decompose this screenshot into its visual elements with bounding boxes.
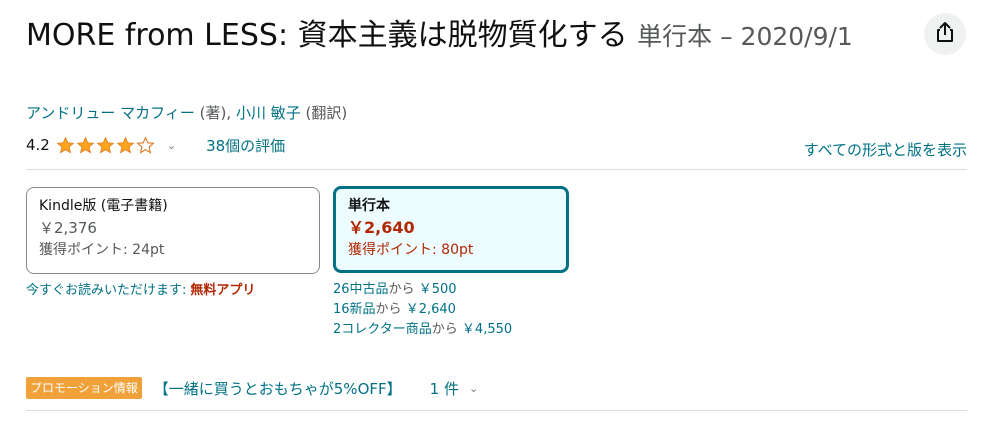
star-full-icon	[116, 136, 135, 153]
offer-label: 26中古品	[333, 282, 389, 297]
translator-link[interactable]: 小川 敏子	[236, 104, 301, 122]
all-formats-link[interactable]: すべての形式と版を表示	[804, 139, 967, 160]
divider	[26, 169, 967, 170]
format-card-tankobon[interactable]: 単行本 ￥2,640 獲得ポイント: 80pt	[333, 186, 569, 273]
free-app-link[interactable]: 無料アプリ	[190, 283, 255, 298]
share-icon	[935, 21, 955, 47]
divider	[26, 410, 967, 411]
format-card-kindle[interactable]: Kindle版 (電子書籍) ￥2,376 獲得ポイント: 24pt	[26, 187, 320, 274]
byline: アンドリュー マカフィー (著), 小川 敏子 (翻訳)	[26, 103, 347, 123]
product-title-main: MORE from LESS: 資本主義は脱物質化する	[26, 18, 628, 53]
rating-row: 4.2 ⌄ 38個の評価	[26, 133, 285, 157]
read-now-note: 今すぐお読みいただけます: 無料アプリ	[26, 279, 255, 298]
offer-used[interactable]: 26中古品から ￥500	[333, 280, 512, 300]
offer-label: 16新品	[333, 302, 376, 317]
translator-role: (翻訳)	[305, 104, 348, 122]
format-points: 獲得ポイント: 80pt	[348, 242, 474, 258]
offer-price: ￥4,550	[461, 322, 513, 337]
promotion-count[interactable]: 1 件	[430, 378, 459, 399]
format-points: 獲得ポイント: 24pt	[39, 242, 165, 258]
chevron-down-icon[interactable]: ⌄	[167, 139, 176, 152]
offer-label: 2コレクター商品	[333, 322, 432, 337]
promotion-badge: プロモーション情報	[26, 377, 142, 399]
chevron-down-icon[interactable]: ⌄	[469, 382, 478, 395]
star-empty-icon	[136, 135, 155, 154]
star-full-icon	[56, 136, 75, 153]
review-count-link[interactable]: 38個の評価	[206, 135, 285, 156]
byline-separator: ,	[226, 104, 232, 122]
read-now-text: 今すぐお読みいただけます:	[26, 283, 187, 298]
offer-from: から	[388, 282, 415, 297]
promotion-row: プロモーション情報 【一緒に買うとおもちゃが5%OFF】 1 件 ⌄	[26, 376, 478, 400]
offer-from: から	[375, 302, 402, 317]
product-title-format: 単行本 – 2020/9/1	[637, 22, 853, 51]
product-title: MORE from LESS: 資本主義は脱物質化する 単行本 – 2020/9…	[26, 14, 906, 59]
promotion-link[interactable]: 【一緒に買うとおもちゃが5%OFF】	[154, 378, 402, 399]
format-name: Kindle版 (電子書籍)	[39, 198, 168, 214]
author-role: (著)	[199, 104, 227, 122]
author-link[interactable]: アンドリュー マカフィー	[26, 104, 195, 122]
offer-new[interactable]: 16新品から ￥2,640	[333, 300, 512, 320]
star-full-icon	[96, 136, 115, 153]
format-price: ￥2,376	[39, 219, 97, 237]
rating-value: 4.2	[26, 136, 50, 154]
offer-price: ￥2,640	[405, 302, 456, 317]
offer-price: ￥500	[418, 282, 457, 297]
star-full-icon	[76, 136, 95, 153]
offer-collectible[interactable]: 2コレクター商品から ￥4,550	[333, 320, 512, 340]
format-name: 単行本	[348, 198, 390, 214]
offer-from: から	[431, 322, 458, 337]
star-rating[interactable]	[56, 135, 155, 155]
offers-list: 26中古品から ￥500 16新品から ￥2,640 2コレクター商品から ￥4…	[333, 280, 512, 340]
format-price: ￥2,640	[348, 218, 415, 237]
share-button[interactable]	[924, 13, 966, 55]
